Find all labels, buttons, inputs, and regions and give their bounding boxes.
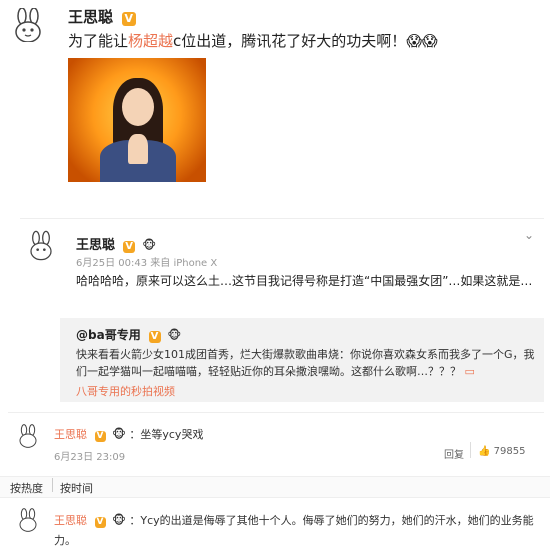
- rabbit-avatar-icon: [15, 8, 41, 47]
- video-link[interactable]: 八哥专用的秒拍视频: [76, 383, 175, 399]
- photo-face: [122, 88, 154, 126]
- face-badge-icon: 🐵: [112, 513, 126, 527]
- rabbit-avatar-icon: [19, 508, 37, 532]
- rabbit-avatar-icon: [30, 230, 52, 261]
- sort-time-tab[interactable]: 按时间: [60, 480, 93, 496]
- divider: [8, 412, 544, 413]
- avatar[interactable]: [24, 228, 58, 268]
- comment-time: 6月23日 23:09: [54, 452, 126, 463]
- rabbit-avatar-icon: [19, 424, 37, 448]
- author-name[interactable]: 王思聪: [76, 238, 115, 253]
- post-meta: 6月25日 00:43 来自 iPhone X: [76, 258, 218, 269]
- shocked-face-emoji-icon: 😱😱: [406, 32, 438, 50]
- forward-header: 王思聪 V 🐵: [76, 234, 156, 253]
- post-photo[interactable]: [68, 58, 206, 182]
- comment-line: 王思聪 V 🐵 ：坐等ycy哭戏: [54, 427, 204, 442]
- thumb-up-icon: 👍: [478, 446, 491, 457]
- v-verified-badge-icon: V: [94, 516, 106, 528]
- face-badge-icon: 🐵: [142, 238, 157, 252]
- comment-line: 王思聪 V 🐵 ：Ycy的出道是侮辱了其他十个人。侮辱了她们的努力，她们的汗水，…: [54, 513, 534, 547]
- face-badge-icon: 🐵: [167, 328, 182, 342]
- author-name[interactable]: 王思聪: [68, 8, 113, 26]
- quoted-text: 快来看看火箭少女101成团首秀，烂大街爆款歌曲串烧：你说你喜欢森女系而我多了一个…: [76, 348, 535, 378]
- divider: [52, 478, 53, 492]
- post-header: 王思聪 V: [68, 6, 136, 27]
- divider: [470, 442, 471, 458]
- sort-hot-tab[interactable]: 按热度: [10, 480, 43, 496]
- post-text: 为了能让杨超越c位出道，腾讯花了好大的功夫啊！😱😱: [68, 32, 438, 50]
- like-count: 79855: [493, 446, 526, 457]
- v-verified-badge-icon: V: [148, 330, 161, 343]
- author-name[interactable]: 王思聪: [54, 514, 87, 527]
- author-name[interactable]: 王思聪: [54, 428, 87, 441]
- forward-text: 哈哈哈哈，原来可以这么土…这节目我记得号称是打造“中国最强女团”…如果这就是…: [76, 274, 533, 288]
- v-verified-badge-icon: V: [94, 430, 106, 442]
- chevron-down-icon[interactable]: ⌄: [524, 228, 534, 242]
- video-icon: ▭: [464, 365, 475, 378]
- v-verified-badge-icon: V: [121, 11, 136, 26]
- avatar[interactable]: [8, 6, 48, 50]
- face-badge-icon: 🐵: [112, 427, 126, 441]
- photo-hands: [128, 134, 148, 164]
- quoted-header: @ba哥专用 V 🐵: [76, 326, 181, 343]
- quoted-author[interactable]: @ba哥专用: [76, 328, 141, 342]
- v-verified-badge-icon: V: [123, 240, 136, 253]
- avatar[interactable]: [14, 506, 42, 538]
- mention-link[interactable]: 杨超越: [128, 32, 173, 50]
- reply-button[interactable]: 回复: [444, 446, 464, 461]
- avatar[interactable]: [14, 422, 42, 454]
- like-button[interactable]: 👍 79855: [478, 446, 525, 457]
